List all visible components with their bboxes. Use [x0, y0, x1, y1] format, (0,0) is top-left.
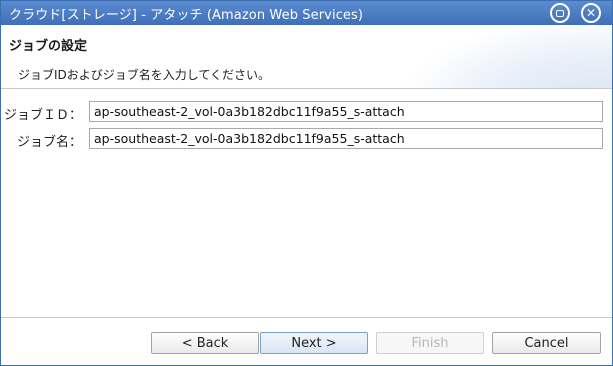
next-button[interactable]: Next > [260, 332, 368, 354]
header-decoration [392, 25, 612, 88]
window-title: クラウド[ストレージ] - アタッチ (Amazon Web Services) [9, 7, 364, 23]
page-description: ジョブIDおよびジョブ名を入力してください。 [18, 68, 271, 82]
wizard-header: ジョブの設定 ジョブIDおよびジョブ名を入力してください。 [1, 25, 612, 88]
page-title: ジョブの設定 [9, 39, 88, 54]
maximize-icon[interactable] [550, 3, 570, 23]
back-button[interactable]: < Back [151, 332, 259, 354]
job-name-row: ジョブ名： [1, 128, 612, 150]
title-bar[interactable]: クラウド[ストレージ] - アタッチ (Amazon Web Services)… [1, 1, 612, 25]
header-divider [1, 88, 612, 89]
job-id-input[interactable] [89, 101, 603, 122]
job-id-row: ジョブＩＤ： [1, 101, 612, 123]
job-id-label: ジョブＩＤ： [3, 108, 82, 123]
cancel-button[interactable]: Cancel [492, 332, 601, 354]
finish-button[interactable]: Finish [376, 332, 484, 354]
dialog-window: クラウド[ストレージ] - アタッチ (Amazon Web Services)… [0, 0, 613, 366]
close-icon[interactable]: ✕ [581, 3, 601, 23]
job-name-label: ジョブ名： [16, 135, 82, 150]
job-name-input[interactable] [89, 128, 603, 149]
footer-divider [1, 317, 612, 318]
